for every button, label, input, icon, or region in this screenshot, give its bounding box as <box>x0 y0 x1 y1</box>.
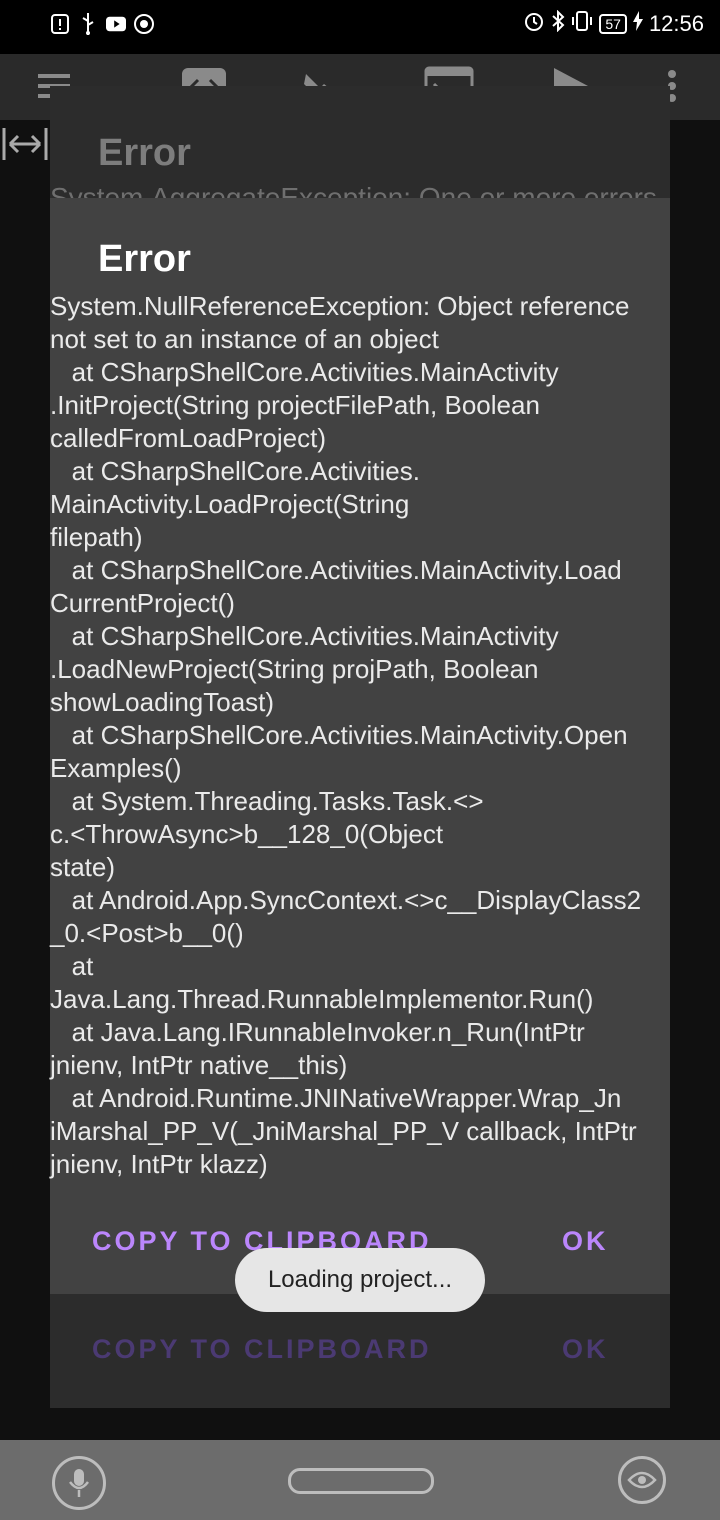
home-pill[interactable] <box>288 1468 434 1494</box>
mic-icon[interactable] <box>52 1456 106 1510</box>
background-dialog-title: Error <box>98 132 191 174</box>
background-copy-button[interactable]: COPY TO CLIPBOARD <box>92 1334 432 1365</box>
ok-button[interactable]: OK <box>562 1226 609 1257</box>
eye-icon[interactable] <box>618 1456 666 1504</box>
vibrate-icon <box>571 10 593 38</box>
navigation-bar <box>0 1440 720 1520</box>
dialog-title: Error <box>98 238 191 280</box>
background-dialog-message: System.AggregateException: One or more e… <box>50 182 657 198</box>
charging-icon <box>632 11 643 37</box>
alert-icon <box>50 14 70 34</box>
background-dialog-actions: COPY TO CLIPBOARD OK <box>50 1334 670 1374</box>
error-dialog: Error System.NullReferenceException: Obj… <box>50 198 670 1294</box>
chrome-icon <box>134 14 154 34</box>
resize-handle-icon[interactable] <box>2 124 48 173</box>
loading-toast: Loading project... <box>235 1248 485 1312</box>
usb-icon <box>78 13 98 35</box>
status-bar: 57 12:56 <box>0 0 720 54</box>
dialog-message: System.NullReferenceException: Object re… <box>50 291 642 1179</box>
clock: 12:56 <box>648 11 704 36</box>
battery-indicator: 57 <box>599 14 627 34</box>
status-right: 57 12:56 <box>523 9 704 38</box>
status-left-icons <box>50 13 154 35</box>
youtube-icon <box>106 14 126 34</box>
background-ok-button[interactable]: OK <box>562 1334 609 1365</box>
alarm-icon <box>523 10 545 38</box>
bluetooth-icon <box>551 9 565 38</box>
